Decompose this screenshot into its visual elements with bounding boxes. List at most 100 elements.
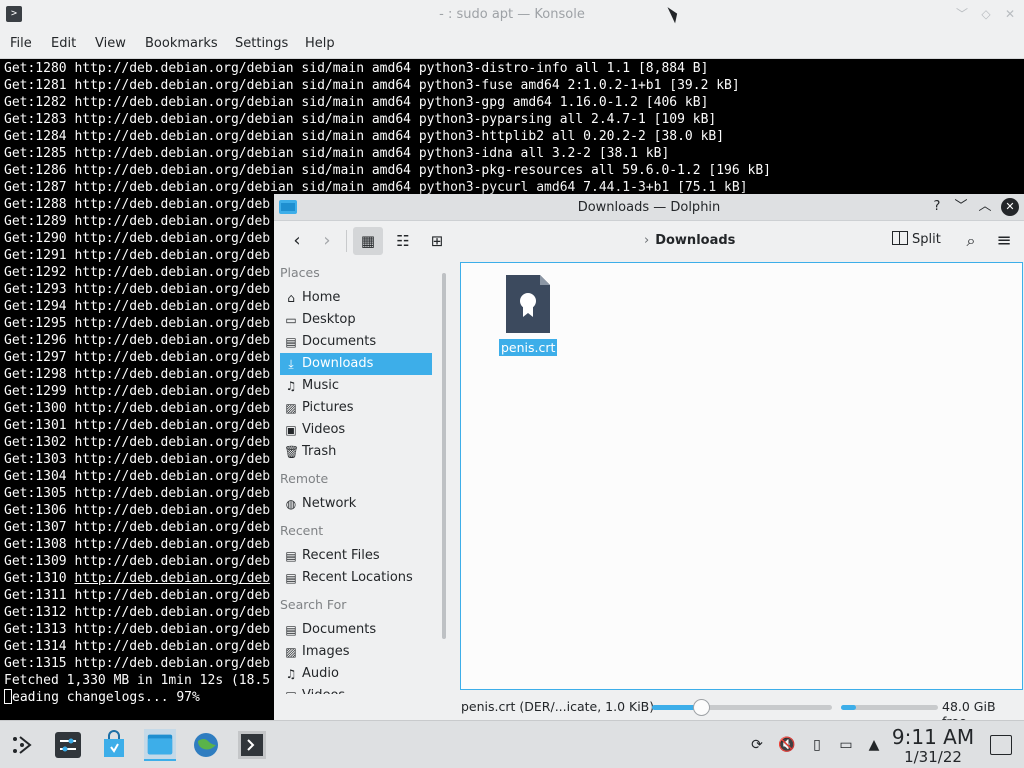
places-item-videos[interactable]: ▣ Videos bbox=[280, 419, 432, 441]
places-item-label: Trash bbox=[302, 444, 337, 459]
breadcrumb[interactable]: › Downloads bbox=[644, 233, 735, 248]
places-item-label: Downloads bbox=[302, 356, 374, 371]
konsole-window-title: - : sudo apt — Konsole bbox=[439, 7, 585, 22]
menu-bookmarks[interactable]: Bookmarks bbox=[145, 36, 218, 51]
places-item-pictures[interactable]: ▨ Pictures bbox=[280, 397, 432, 419]
documents-icon: ▤ bbox=[285, 335, 297, 349]
terminal-line: Get:1285 http://deb.debian.org/debian si… bbox=[4, 146, 670, 161]
hamburger-menu-icon[interactable]: ≡ bbox=[992, 227, 1016, 255]
system-settings-icon[interactable] bbox=[52, 729, 84, 761]
search-icon[interactable]: ⌕ bbox=[960, 227, 982, 255]
places-item-documents[interactable]: ▤ Documents bbox=[280, 619, 432, 641]
chevron-up-icon[interactable]: ▲ bbox=[865, 737, 883, 753]
places-item-label: Documents bbox=[302, 334, 377, 349]
chevron-right-icon: › bbox=[644, 233, 650, 248]
clock-time[interactable]: 9:11 AM bbox=[890, 725, 976, 749]
terminal-line: Get:1284 http://deb.debian.org/debian si… bbox=[4, 129, 725, 144]
free-space-fill bbox=[841, 705, 856, 710]
terminal-link[interactable]: http://deb.debian.org/deb bbox=[74, 571, 270, 586]
places-item-recent-locations[interactable]: ▤ Recent Locations bbox=[280, 567, 432, 589]
terminal-line: Get:1282 http://deb.debian.org/debian si… bbox=[4, 95, 709, 110]
show-desktop-icon[interactable] bbox=[990, 735, 1012, 755]
konsole-taskbar-icon[interactable] bbox=[236, 729, 268, 761]
places-section-header: Places bbox=[280, 265, 320, 280]
minimize-icon[interactable]: ﹀ bbox=[952, 198, 970, 216]
help-icon[interactable]: ? bbox=[928, 198, 946, 216]
maximize-icon[interactable]: ︿ bbox=[976, 198, 994, 216]
forward-arrow-icon[interactable]: › bbox=[312, 227, 342, 255]
web-browser-icon[interactable] bbox=[190, 729, 222, 761]
terminal-line: Get:1286 http://deb.debian.org/debian si… bbox=[4, 163, 772, 178]
icons-view-icon[interactable]: ▦ bbox=[353, 227, 383, 255]
close-icon[interactable]: ✕ bbox=[1002, 6, 1018, 22]
terminal-cursor bbox=[4, 689, 12, 704]
network-icon: ◍ bbox=[285, 497, 297, 511]
application-launcher-icon[interactable] bbox=[6, 729, 38, 761]
recent-locations-icon: ▤ bbox=[285, 571, 297, 585]
menu-edit[interactable]: Edit bbox=[51, 36, 76, 51]
places-section-header: Remote bbox=[280, 471, 329, 486]
file-view[interactable]: penis.crt bbox=[460, 262, 1023, 690]
compact-view-icon[interactable]: ☷ bbox=[388, 227, 418, 255]
minimize-icon[interactable]: ﹀ bbox=[954, 6, 970, 22]
clock-date[interactable]: 1/31/22 bbox=[890, 748, 976, 766]
places-item-label: Recent Locations bbox=[302, 570, 413, 585]
downloads-icon: ⤓ bbox=[288, 357, 294, 371]
terminal-line: Get:1280 http://deb.debian.org/debian si… bbox=[4, 61, 709, 76]
details-view-icon[interactable]: ⊞ bbox=[422, 227, 452, 255]
back-arrow-icon[interactable]: ‹ bbox=[282, 227, 312, 255]
places-item-images[interactable]: ▨ Images bbox=[280, 641, 432, 663]
discover-store-icon[interactable] bbox=[98, 729, 130, 761]
updates-icon[interactable]: ⟳ bbox=[748, 737, 766, 753]
menu-settings[interactable]: Settings bbox=[235, 36, 288, 51]
dolphin-window-title: Downloads — Dolphin bbox=[577, 200, 721, 215]
places-item-label: Pictures bbox=[302, 400, 354, 415]
places-panel: Places ⌂ Home ▭ Desktop ▤ Documents ⤓ Downloads ♫… bbox=[274, 261, 446, 720]
terminal-line: Get:1283 http://deb.debian.org/debian si… bbox=[4, 112, 717, 127]
places-item-label: Home bbox=[302, 290, 341, 305]
search-audio-icon: ♫ bbox=[285, 667, 297, 681]
music-icon: ♫ bbox=[285, 379, 297, 393]
split-icon bbox=[892, 231, 908, 245]
recent-files-icon: ▤ bbox=[285, 549, 297, 563]
network-icon[interactable]: ▭ bbox=[837, 737, 855, 753]
menu-help[interactable]: Help bbox=[305, 36, 335, 51]
places-item-home[interactable]: ⌂ Home bbox=[280, 287, 432, 309]
breadcrumb-current[interactable]: Downloads bbox=[655, 233, 735, 248]
places-item-downloads[interactable]: ⤓ Downloads bbox=[280, 353, 432, 375]
zoom-slider-handle[interactable] bbox=[692, 699, 710, 716]
menu-view[interactable]: View bbox=[95, 36, 126, 51]
battery-icon[interactable]: ▯ bbox=[808, 737, 826, 753]
places-item-audio[interactable]: ♫ Audio bbox=[280, 663, 432, 685]
desktop-icon: ▭ bbox=[285, 313, 297, 327]
zoom-slider[interactable] bbox=[652, 699, 832, 716]
places-item-label: Documents bbox=[302, 622, 377, 637]
places-item-trash[interactable]: 🗑 Trash bbox=[280, 441, 432, 463]
places-item-documents[interactable]: ▤ Documents bbox=[280, 331, 432, 353]
maximize-icon[interactable]: ◇ bbox=[978, 6, 994, 22]
taskbar: ⟳ 🔇 ▯ ▭ ▲ 9:11 AM 1/31/22 bbox=[0, 720, 1024, 768]
dolphin-taskbar-icon[interactable] bbox=[144, 729, 176, 761]
dolphin-toolbar: ‹ › ▦ ☷ ⊞ › Downloads Split ⌕ ≡ bbox=[274, 222, 1024, 260]
places-item-label: Music bbox=[302, 378, 339, 393]
terminal-line-text: Get:1310 bbox=[4, 571, 75, 586]
places-item-recent-files[interactable]: ▤ Recent Files bbox=[280, 545, 432, 567]
places-scrollbar[interactable] bbox=[442, 273, 446, 639]
places-item-label: Images bbox=[302, 644, 350, 659]
places-item-network[interactable]: ◍ Network bbox=[280, 493, 432, 515]
places-item-label: Audio bbox=[302, 666, 339, 681]
close-icon[interactable]: ✕ bbox=[1001, 198, 1019, 216]
places-section-header: Recent bbox=[280, 523, 324, 538]
file-name-label[interactable]: penis.crt bbox=[499, 339, 558, 356]
places-item-label: Videos bbox=[302, 422, 346, 437]
places-item-desktop[interactable]: ▭ Desktop bbox=[280, 309, 432, 331]
volume-muted-icon[interactable]: 🔇 bbox=[778, 737, 796, 753]
places-item-music[interactable]: ♫ Music bbox=[280, 375, 432, 397]
dolphin-titlebar[interactable]: Downloads — Dolphin ? ﹀ ︿ ✕ bbox=[274, 194, 1024, 221]
split-button[interactable]: Split bbox=[892, 231, 941, 247]
dolphin-window[interactable]: Downloads — Dolphin ? ﹀ ︿ ✕ ‹ › ▦ ☷ ⊞ › D… bbox=[274, 194, 1024, 729]
konsole-titlebar[interactable]: > - : sudo apt — Konsole ﹀ ◇ ✕ bbox=[0, 0, 1024, 29]
pictures-icon: ▨ bbox=[285, 401, 297, 415]
menu-file[interactable]: File bbox=[10, 36, 32, 51]
search-documents-icon: ▤ bbox=[285, 623, 297, 637]
